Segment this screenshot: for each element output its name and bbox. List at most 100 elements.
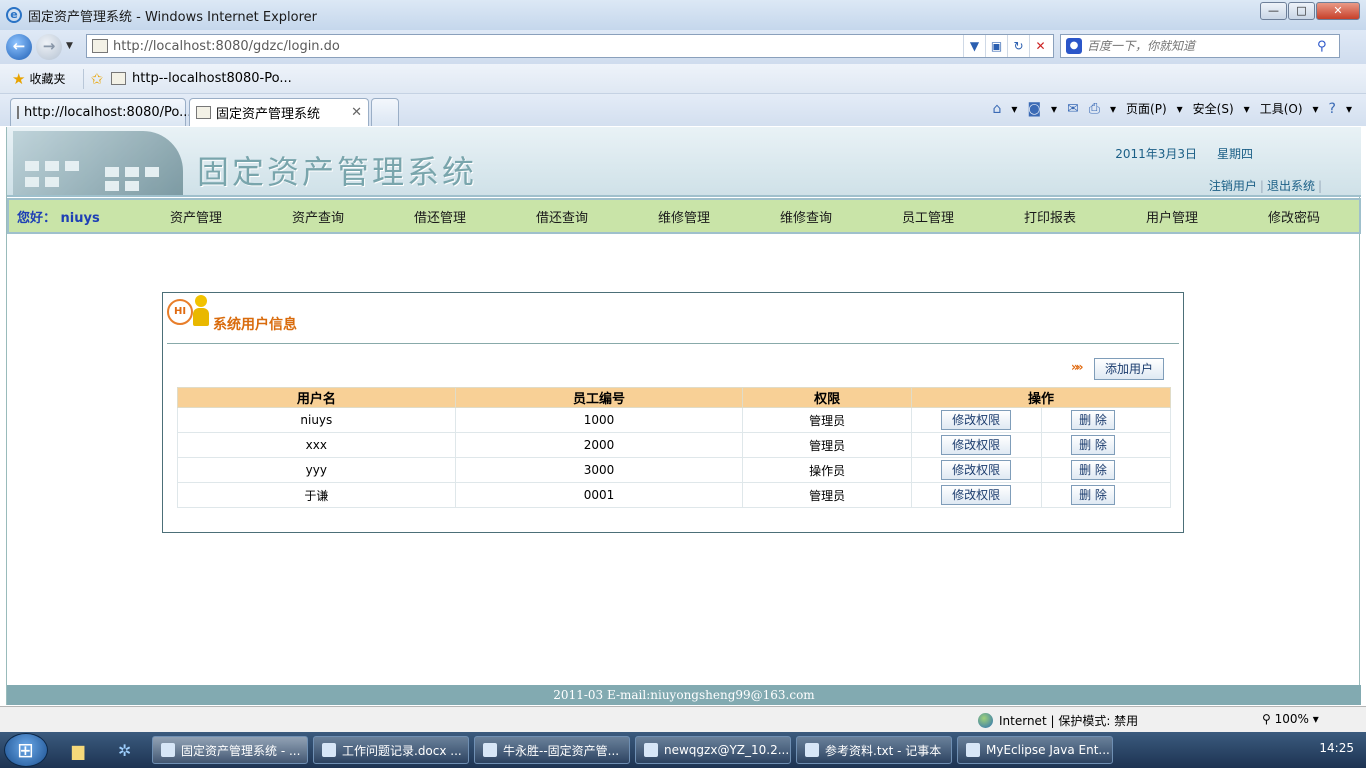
taskbar-item-database[interactable]: newqgzx@YZ_10.2.... (635, 736, 791, 764)
tools-menu[interactable]: 工具(O) (1260, 100, 1303, 117)
menu-asset-query[interactable]: 资产查询 (257, 207, 379, 226)
page-menu[interactable]: 页面(P) (1126, 100, 1167, 117)
history-dropdown-icon[interactable]: ▼ (66, 41, 73, 51)
page-icon (17, 106, 19, 119)
add-user-button[interactable]: 添加用户 (1094, 358, 1164, 380)
double-arrow-icon: »» (1071, 360, 1083, 374)
delete-button[interactable]: 删 除 (1071, 485, 1116, 505)
exit-system-link[interactable]: 退出系统 (1267, 179, 1315, 193)
taskbar-item-word-doc-2[interactable]: 牛永胜--固定资产管... (474, 736, 630, 764)
cell-username: 于谦 (177, 482, 456, 508)
tab-localhost[interactable]: http://localhost:8080/Po... (10, 98, 192, 126)
page-icon (196, 106, 211, 119)
page-footer: 2011-03 E-mail:niuyongsheng99@163.com (7, 685, 1361, 705)
zoom-level[interactable]: ⚲ 100% ▾ (1262, 712, 1319, 726)
network-icon[interactable]: ✲ (118, 741, 131, 760)
table-row: xxx 2000 管理员 修改权限 删 除 (177, 432, 1171, 458)
menu-employee-management[interactable]: 员工管理 (867, 207, 989, 226)
address-box: ▼ ▣ ↻ ✕ (86, 34, 1054, 58)
maximize-button[interactable]: □ (1288, 2, 1315, 20)
cell-employee-no: 2000 (454, 432, 744, 458)
system-clock[interactable]: 14:25 (1319, 741, 1354, 755)
tab-label: http://localhost:8080/Po... (24, 105, 192, 120)
taskbar-item-myeclipse[interactable]: MyEclipse Java Ent... (957, 736, 1113, 764)
chevron-down-icon[interactable]: ▾ (1011, 102, 1017, 116)
table-row: yyy 3000 操作员 修改权限 删 除 (177, 457, 1171, 483)
tab-fixed-assets[interactable]: 固定资产管理系统 ✕ (189, 98, 369, 126)
safety-menu[interactable]: 安全(S) (1193, 100, 1234, 117)
chevron-down-icon[interactable]: ▾ (1051, 102, 1057, 116)
divider (167, 343, 1179, 344)
modify-permission-button[interactable]: 修改权限 (941, 410, 1012, 430)
delete-button[interactable]: 删 除 (1071, 435, 1116, 455)
delete-button[interactable]: 删 除 (1071, 460, 1116, 480)
menu-repair-query[interactable]: 维修查询 (745, 207, 867, 226)
delete-button[interactable]: 删 除 (1071, 410, 1116, 430)
taskbar-item-notepad[interactable]: 参考资料.txt - 记事本 (796, 736, 952, 764)
menu-asset-management[interactable]: 资产管理 (135, 207, 257, 226)
home-icon[interactable]: ⌂ (993, 101, 1002, 117)
modify-permission-button[interactable]: 修改权限 (941, 435, 1012, 455)
favorites-bar: ★ 收藏夹 ✩ http--localhost8080-Po... (0, 64, 1366, 94)
security-zone[interactable]: Internet | 保护模式: 禁用 (978, 712, 1138, 729)
explorer-folder-icon[interactable]: ▆ (72, 741, 84, 760)
chevron-down-icon[interactable]: ▾ (1110, 102, 1116, 116)
user-info-panel: HI 系统用户信息 »» 添加用户 用户名 员工编号 权限 操作 niuys 1… (162, 292, 1184, 533)
taskbar-item-word-doc[interactable]: 工作问题记录.docx ... (313, 736, 469, 764)
taskbar-item-ie[interactable]: 固定资产管理系统 - ... (152, 736, 308, 764)
start-button[interactable] (4, 733, 48, 767)
rss-feed-icon[interactable]: ◙ (1027, 101, 1041, 117)
chevron-down-icon[interactable]: ▾ (1346, 102, 1352, 116)
address-toolbar: ← → ▼ ▼ ▣ ↻ ✕ ● ⚲ (0, 30, 1366, 64)
favorites-star-icon[interactable]: ★ (12, 70, 25, 88)
zone-label: Internet | 保护模式: 禁用 (999, 714, 1139, 728)
menu-change-password[interactable]: 修改密码 (1233, 207, 1355, 226)
baidu-paw-icon: ● (1066, 38, 1082, 54)
windows-taskbar: ▆ ✲ 固定资产管理系统 - ... 工作问题记录.docx ... 牛永胜--… (0, 732, 1366, 768)
refresh-icon[interactable]: ↻ (1007, 35, 1029, 57)
chevron-down-icon[interactable]: ▾ (1244, 102, 1250, 116)
status-bar: Internet | 保护模式: 禁用 ⚲ 100% ▾ (0, 706, 1366, 732)
menu-user-management[interactable]: 用户管理 (1111, 207, 1233, 226)
back-button[interactable]: ← (6, 34, 32, 60)
menu-borrow-query[interactable]: 借还查询 (501, 207, 623, 226)
window-titlebar: e 固定资产管理系统 - Windows Internet Explorer —… (0, 0, 1366, 30)
cell-role: 管理员 (742, 432, 913, 458)
stop-icon[interactable]: ✕ (1029, 35, 1051, 57)
search-input[interactable] (1087, 39, 1317, 53)
favorites-button[interactable]: 收藏夹 (29, 70, 65, 87)
chevron-down-icon[interactable]: ▾ (1177, 102, 1183, 116)
current-date: 2011年3月3日 (1115, 147, 1197, 161)
main-menu: 您好： niuys 资产管理 资产查询 借还管理 借还查询 维修管理 维修查询 … (7, 198, 1361, 234)
cell-employee-no: 0001 (454, 482, 744, 508)
globe-icon (978, 713, 993, 728)
forward-button[interactable]: → (36, 34, 62, 60)
address-dropdown-icon[interactable]: ▼ (963, 35, 985, 57)
cell-employee-no: 1000 (454, 407, 744, 433)
close-tab-icon[interactable]: ✕ (351, 105, 362, 120)
window-title: 固定资产管理系统 - Windows Internet Explorer (28, 9, 317, 25)
search-icon[interactable]: ⚲ (1317, 39, 1327, 54)
menu-borrow-management[interactable]: 借还管理 (379, 207, 501, 226)
logout-user-link[interactable]: 注销用户 (1209, 179, 1257, 193)
mail-icon[interactable]: ✉ (1067, 101, 1079, 117)
add-favorite-icon[interactable]: ✩ (90, 70, 103, 88)
chevron-down-icon[interactable]: ▾ (1313, 102, 1319, 116)
help-icon[interactable]: ? (1329, 101, 1336, 117)
menu-print-report[interactable]: 打印报表 (989, 207, 1111, 226)
new-tab-button[interactable] (371, 98, 399, 126)
column-header-actions: 操作 (911, 387, 1171, 408)
search-box: ● ⚲ (1060, 34, 1340, 58)
account-links: 注销用户 | 退出系统 | (1208, 179, 1322, 193)
favorite-link[interactable]: http--localhost8080-Po... (132, 71, 292, 86)
print-icon[interactable]: ⎙ (1089, 101, 1100, 117)
address-input[interactable] (113, 38, 963, 54)
modify-permission-button[interactable]: 修改权限 (941, 485, 1012, 505)
modify-permission-button[interactable]: 修改权限 (941, 460, 1012, 480)
compat-view-icon[interactable]: ▣ (985, 35, 1007, 57)
minimize-button[interactable]: — (1260, 2, 1287, 20)
tab-bar: http://localhost:8080/Po... 固定资产管理系统 ✕ ⌂… (0, 94, 1366, 126)
cell-username: xxx (177, 432, 456, 458)
menu-repair-management[interactable]: 维修管理 (623, 207, 745, 226)
close-window-button[interactable]: ✕ (1316, 2, 1360, 20)
